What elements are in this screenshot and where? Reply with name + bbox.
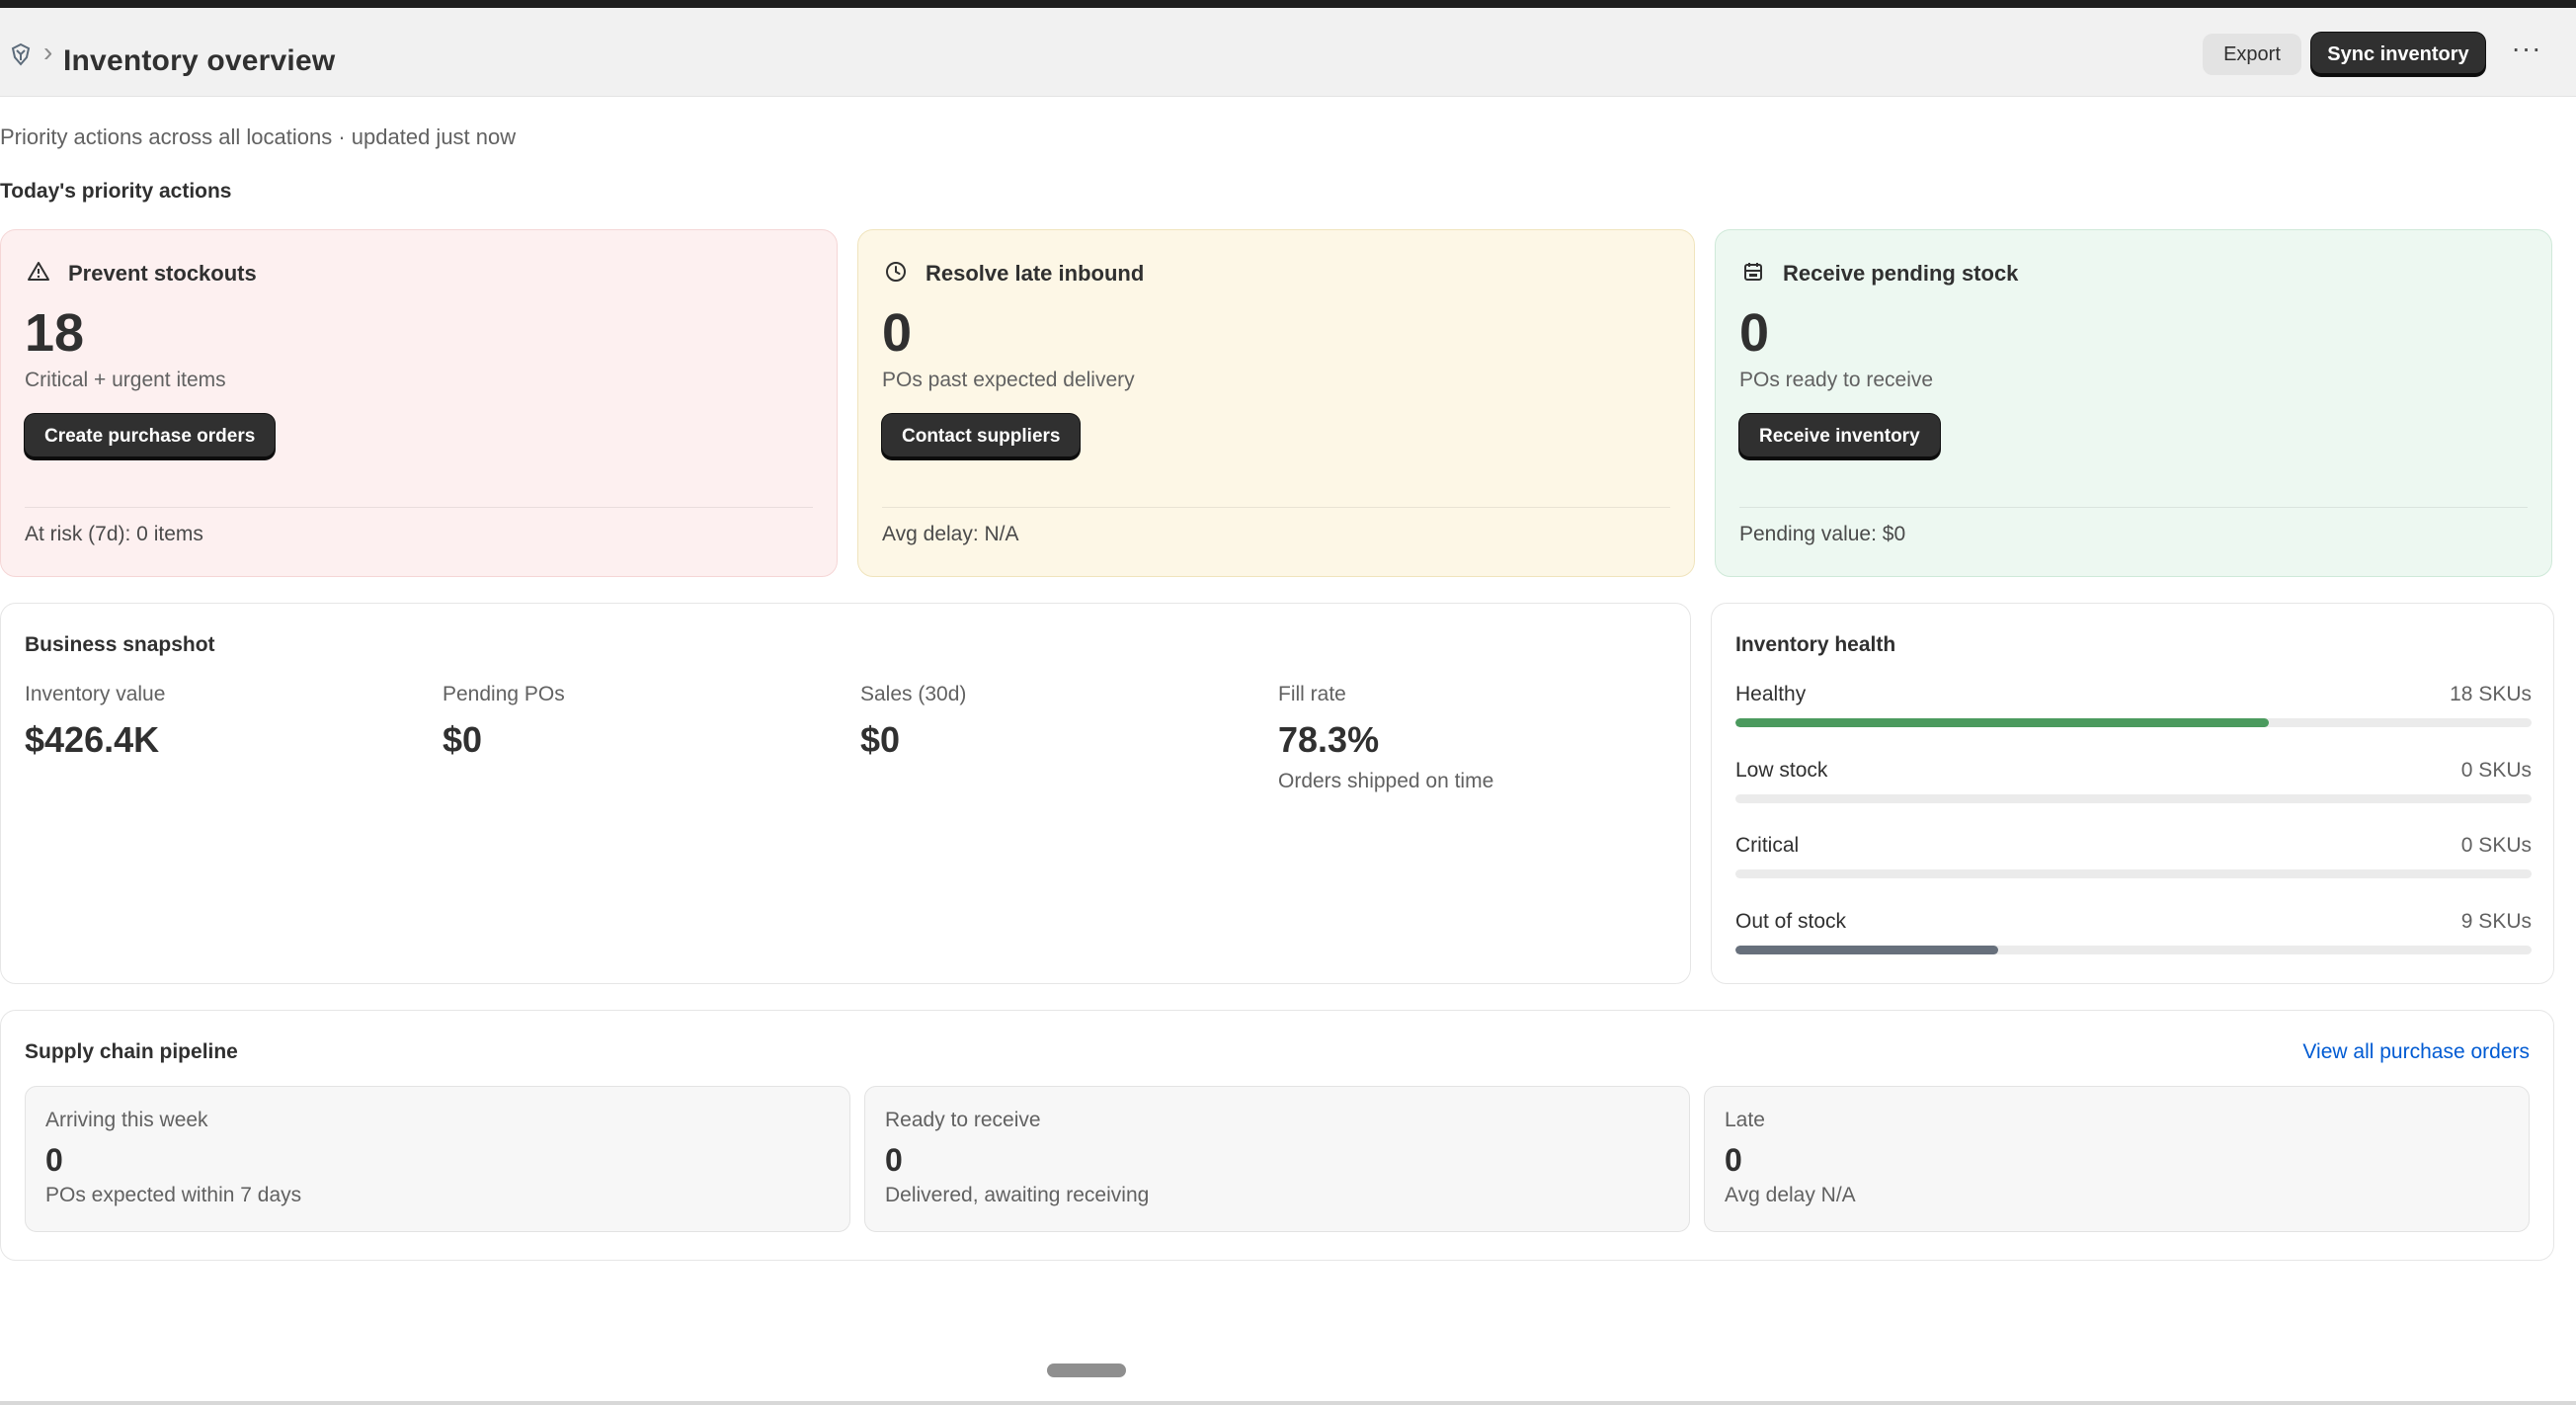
priority-card-description: POs past expected delivery bbox=[882, 369, 1135, 391]
inventory-health-card: Inventory health Healthy 18 SKUs Low sto… bbox=[1711, 603, 2554, 984]
health-row-count: 0 SKUs bbox=[2460, 834, 2532, 857]
page-header: › Inventory overview Export Sync invento… bbox=[0, 8, 2576, 97]
priority-card-resolve-late-inbound: Resolve late inbound 0 POs past expected… bbox=[857, 229, 1695, 577]
metric-label: Fill rate bbox=[1278, 683, 1346, 705]
create-purchase-orders-button[interactable]: Create purchase orders bbox=[25, 414, 276, 459]
health-row-count: 18 SKUs bbox=[2450, 683, 2532, 705]
priority-card-value: 18 bbox=[25, 303, 85, 363]
breadcrumb-separator: › bbox=[43, 37, 53, 67]
metric-sales-30d: Sales (30d) $0 bbox=[860, 683, 966, 760]
health-row-count: 9 SKUs bbox=[2460, 910, 2532, 933]
health-progress-track bbox=[1735, 946, 2532, 954]
priority-card-title: Prevent stockouts bbox=[68, 261, 257, 286]
divider bbox=[882, 507, 1670, 508]
metric-subtext: Orders shipped on time bbox=[1278, 770, 1494, 792]
pipeline-box-subtext: Avg delay N/A bbox=[1725, 1184, 1856, 1206]
app-logo-icon[interactable] bbox=[8, 41, 34, 67]
window-top-strip bbox=[0, 0, 2576, 8]
page-subtitle: Priority actions across all locations · … bbox=[0, 124, 517, 149]
pipeline-box-subtext: POs expected within 7 days bbox=[45, 1184, 302, 1206]
metric-label: Pending POs bbox=[443, 683, 565, 705]
inbox-icon bbox=[1741, 260, 1765, 284]
business-snapshot-card: Business snapshot Inventory value $426.4… bbox=[0, 603, 1691, 984]
health-row-label: Healthy bbox=[1735, 683, 1807, 705]
more-actions-icon[interactable]: ··· bbox=[2509, 35, 2544, 65]
health-row-label: Low stock bbox=[1735, 759, 1828, 782]
scroll-handle[interactable] bbox=[1047, 1364, 1126, 1377]
health-row-label: Critical bbox=[1735, 834, 1800, 857]
pipeline-box-arriving: Arriving this week 0 POs expected within… bbox=[25, 1086, 850, 1232]
health-progress-track bbox=[1735, 794, 2532, 803]
page-title: Inventory overview bbox=[63, 44, 336, 77]
pipeline-box-label: Arriving this week bbox=[45, 1109, 208, 1131]
pipeline-box-value: 0 bbox=[1725, 1142, 1742, 1178]
priority-card-value: 0 bbox=[882, 303, 913, 363]
health-progress-track bbox=[1735, 718, 2532, 727]
health-progress-track bbox=[1735, 869, 2532, 878]
pipeline-box-late: Late 0 Avg delay N/A bbox=[1704, 1086, 2530, 1232]
divider bbox=[25, 507, 813, 508]
priority-card-description: Critical + urgent items bbox=[25, 369, 226, 391]
health-row-label: Out of stock bbox=[1735, 910, 1847, 933]
priority-card-value: 0 bbox=[1739, 303, 1770, 363]
metric-value: $0 bbox=[860, 719, 901, 760]
pipeline-box-subtext: Delivered, awaiting receiving bbox=[885, 1184, 1150, 1206]
pipeline-title: Supply chain pipeline bbox=[25, 1040, 238, 1063]
metric-value: $426.4K bbox=[25, 719, 160, 760]
priority-card-title: Resolve late inbound bbox=[926, 261, 1145, 286]
contact-suppliers-button[interactable]: Contact suppliers bbox=[882, 414, 1081, 459]
priority-section-heading: Today's priority actions bbox=[0, 180, 232, 203]
metric-label: Inventory value bbox=[25, 683, 166, 705]
view-all-purchase-orders-link[interactable]: View all purchase orders bbox=[2302, 1040, 2530, 1064]
pipeline-box-value: 0 bbox=[45, 1142, 63, 1178]
inventory-health-title: Inventory health bbox=[1735, 633, 1896, 656]
priority-card-footer: Pending value: $0 bbox=[1739, 523, 1906, 545]
clock-icon bbox=[884, 260, 908, 284]
window-bottom-strip bbox=[0, 1401, 2576, 1405]
metric-value: $0 bbox=[443, 719, 483, 760]
priority-card-title: Receive pending stock bbox=[1783, 261, 2019, 286]
priority-card-receive-pending-stock: Receive pending stock 0 POs ready to rec… bbox=[1715, 229, 2552, 577]
pipeline-box-value: 0 bbox=[885, 1142, 903, 1178]
metric-inventory-value: Inventory value $426.4K bbox=[25, 683, 165, 760]
pipeline-box-label: Late bbox=[1725, 1109, 1765, 1131]
metric-fill-rate: Fill rate 78.3% Orders shipped on time bbox=[1278, 683, 1493, 793]
metric-pending-pos: Pending POs $0 bbox=[443, 683, 565, 760]
health-progress-fill bbox=[1735, 946, 1998, 954]
priority-card-footer: Avg delay: N/A bbox=[882, 523, 1019, 545]
health-row-count: 0 SKUs bbox=[2460, 759, 2532, 782]
health-progress-fill bbox=[1735, 718, 2270, 727]
receive-inventory-button[interactable]: Receive inventory bbox=[1739, 414, 1940, 459]
supply-chain-pipeline-card: Supply chain pipeline View all purchase … bbox=[0, 1010, 2554, 1261]
priority-card-footer: At risk (7d): 0 items bbox=[25, 523, 203, 545]
pipeline-box-label: Ready to receive bbox=[885, 1109, 1041, 1131]
priority-card-description: POs ready to receive bbox=[1739, 369, 1934, 391]
priority-card-prevent-stockouts: Prevent stockouts 18 Critical + urgent i… bbox=[0, 229, 838, 577]
export-button[interactable]: Export bbox=[2203, 34, 2301, 75]
business-snapshot-title: Business snapshot bbox=[25, 633, 215, 656]
metric-label: Sales (30d) bbox=[860, 683, 967, 705]
sync-inventory-button[interactable]: Sync inventory bbox=[2311, 33, 2485, 76]
pipeline-box-ready: Ready to receive 0 Delivered, awaiting r… bbox=[864, 1086, 1690, 1232]
alert-triangle-icon bbox=[27, 260, 50, 284]
metric-value: 78.3% bbox=[1278, 719, 1380, 760]
divider bbox=[1739, 507, 2528, 508]
